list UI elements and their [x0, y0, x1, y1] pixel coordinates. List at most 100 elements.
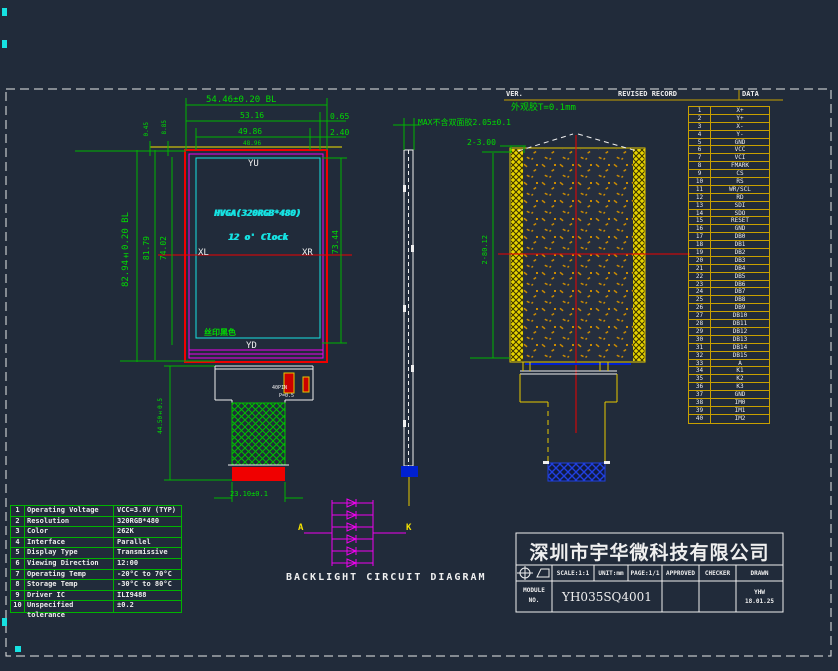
label-yu: YU — [248, 160, 259, 169]
pin-number: 5 — [689, 139, 711, 146]
pin-name: RESET — [711, 217, 769, 224]
pin-row: 40IM2 — [689, 415, 769, 423]
module-number: YH035SQ4001 — [552, 590, 662, 604]
spec-item: Color — [25, 527, 114, 537]
front-view-dimensions — [75, 98, 347, 502]
pin-name: GND — [711, 225, 769, 232]
spec-row: 3Color262K — [11, 527, 181, 538]
pin-row: 28DB11 — [689, 320, 769, 328]
projection-symbol-icon — [517, 566, 549, 580]
spec-item: Display Type — [25, 548, 114, 558]
pin-table: 1X+ 2Y+ 3X- 4Y- 5GND 6VCC 7VCI 8FMARK 9C… — [688, 106, 770, 424]
connector-label: 40PIN — [272, 386, 287, 391]
pin-number: 10 — [689, 178, 711, 185]
pin-row: 16GND — [689, 225, 769, 233]
pin-number: 30 — [689, 336, 711, 343]
drawn-label: DRAWN — [736, 570, 783, 577]
pin-row: 7VCI — [689, 154, 769, 162]
dim-fpc-length: 44.50±0.5 — [158, 398, 164, 434]
pin-name: VCI — [711, 154, 769, 161]
pin-number: 36 — [689, 383, 711, 390]
pin-number: 14 — [689, 210, 711, 217]
spec-number: 2 — [11, 517, 25, 527]
backlight-circuit — [304, 499, 406, 567]
spec-value: Transmissive — [114, 548, 181, 558]
pin-name: DB2 — [711, 249, 769, 256]
pin-name: DB9 — [711, 304, 769, 311]
spec-number: 7 — [11, 570, 25, 580]
pin-number: 6 — [689, 146, 711, 153]
spec-row: 7Operating Temp-20°C to 70°C — [11, 570, 181, 581]
dim-offset-top-2: 8.85 — [162, 120, 168, 134]
pin-name: DB13 — [711, 336, 769, 343]
pin-row: 11WR/SCL — [689, 186, 769, 194]
pin-number: 35 — [689, 375, 711, 382]
pin-number: 16 — [689, 225, 711, 232]
pin-name: SDI — [711, 202, 769, 209]
spec-table: 1Operating VoltageVCC=3.0V (TYP) 2Resolu… — [10, 505, 182, 613]
pin-row: 10RS — [689, 178, 769, 186]
pin-row: 25DB8 — [689, 296, 769, 304]
pin-number: 1 — [689, 107, 711, 114]
pin-row: 29DB12 — [689, 328, 769, 336]
unit-label: UNIT:mm — [594, 570, 628, 577]
pin-number: 15 — [689, 217, 711, 224]
pin-name: DB11 — [711, 320, 769, 327]
pin-name: K2 — [711, 375, 769, 382]
module-label-line1: MODULE — [516, 587, 552, 594]
clock-direction-text: 12 o' Clock — [228, 234, 288, 243]
spec-item: Resolution — [25, 517, 114, 527]
pin-row: 34K1 — [689, 367, 769, 375]
pin-name: DB3 — [711, 257, 769, 264]
pin-row: 18DB1 — [689, 241, 769, 249]
pin-name: CS — [711, 170, 769, 177]
spec-value: 12:00 — [114, 559, 181, 569]
label-xl: XL — [198, 249, 209, 258]
pin-row: 31DB14 — [689, 344, 769, 352]
pin-row: 5GND — [689, 139, 769, 147]
pin-number: 40 — [689, 415, 711, 423]
dim-height-bl: 82.94±0.20 BL — [122, 212, 131, 287]
spec-number: 9 — [11, 591, 25, 601]
pin-name: RS — [711, 178, 769, 185]
pin-name: A — [711, 360, 769, 367]
pin-number: 39 — [689, 407, 711, 414]
spec-value: 320RGB*480 — [114, 517, 181, 527]
spec-value: Parallel — [114, 538, 181, 548]
pin-number: 38 — [689, 399, 711, 406]
pin-number: 26 — [689, 304, 711, 311]
spec-item: Unspecified tolerance — [25, 601, 114, 612]
pin-row: 6VCC — [689, 146, 769, 154]
spec-value: 262K — [114, 527, 181, 537]
dim-offset-right-1: 0.65 — [330, 113, 349, 121]
revision-record-label: REVISED RECORD — [618, 91, 677, 98]
pin-name: K1 — [711, 367, 769, 374]
pin-number: 34 — [689, 367, 711, 374]
pin-row: 22DB5 — [689, 273, 769, 281]
pin-name: X+ — [711, 107, 769, 114]
spec-item: Driver IC — [25, 591, 114, 601]
pin-number: 20 — [689, 257, 711, 264]
page-label: PAGE:1/1 — [628, 570, 662, 577]
pin-name: DB0 — [711, 233, 769, 240]
dim-offset-right-2: 2.40 — [330, 129, 349, 137]
pin-name: IM0 — [711, 399, 769, 406]
spec-number: 8 — [11, 580, 25, 590]
dim-width-2: 53.16 — [240, 112, 264, 120]
pin-number: 37 — [689, 391, 711, 398]
label-yd: YD — [246, 342, 257, 351]
pin-row: 2Y+ — [689, 115, 769, 123]
approved-label: APPROVED — [662, 570, 699, 577]
pin-name: GND — [711, 139, 769, 146]
pin-row: 30DB13 — [689, 336, 769, 344]
backlight-cathode-label: K — [406, 524, 411, 533]
pin-name: DB6 — [711, 281, 769, 288]
pin-row: 3X- — [689, 123, 769, 131]
side-profile — [401, 150, 418, 506]
pin-name: VCC — [711, 146, 769, 153]
spec-row: 1Operating VoltageVCC=3.0V (TYP) — [11, 506, 181, 517]
dim-back-height: 2-80.12 — [482, 235, 489, 265]
dim-fpc-width: 23.10±0.1 — [230, 491, 268, 498]
pin-row: 32DB15 — [689, 352, 769, 360]
pin-row: 37GND — [689, 391, 769, 399]
